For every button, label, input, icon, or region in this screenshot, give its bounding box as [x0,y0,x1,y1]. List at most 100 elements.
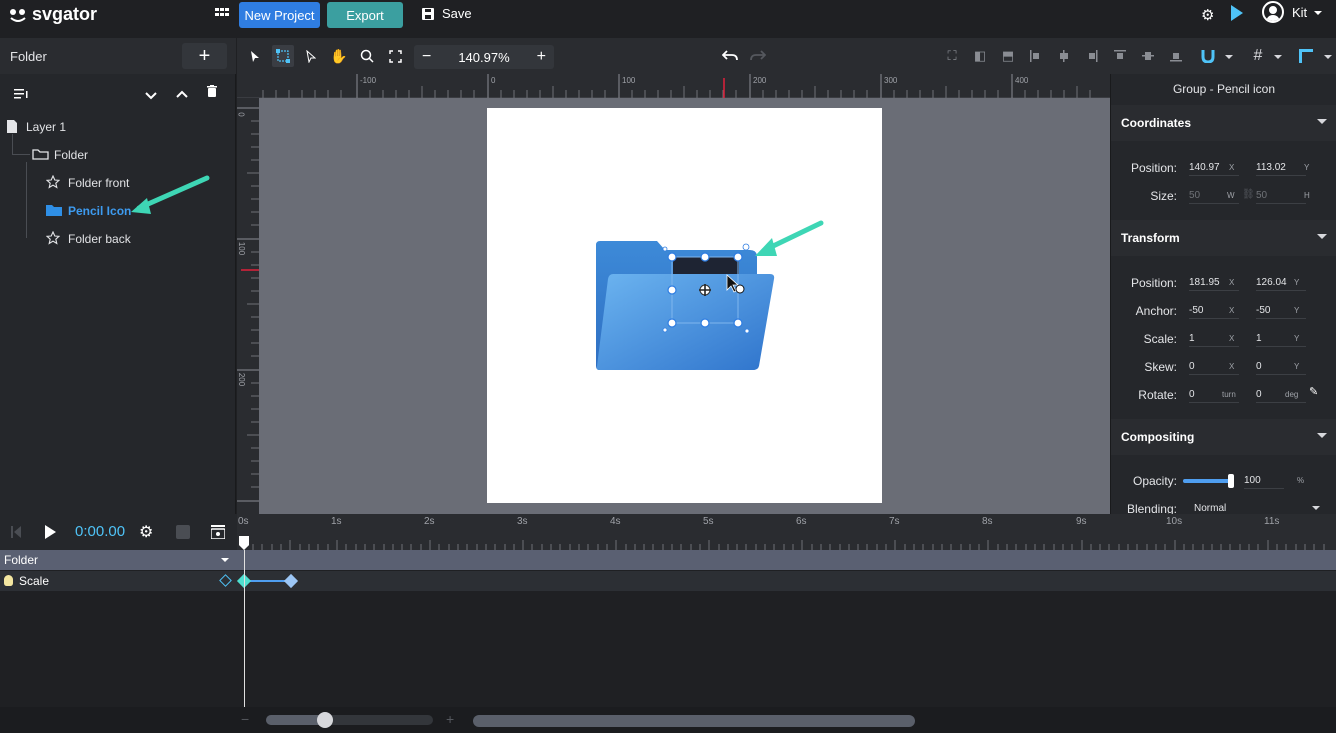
timeline-panel: 0:00.00 ⚙ 0s 1s 2s 3s 4s 5s 6s 7s 8s 9s … [0,514,1336,733]
timeline-zoom-in-button[interactable]: + [446,711,454,727]
timeline-zoom-slider-thumb[interactable] [317,712,333,728]
hand-tool-icon[interactable]: ✋ [328,45,350,67]
user-avatar[interactable] [1262,1,1284,23]
unit-label: Y [1294,334,1300,343]
track-label: Folder [4,553,39,567]
timeline-ruler[interactable]: 0s 1s 2s 3s 4s 5s 6s 7s 8s 9s 10s 11s [237,514,1336,550]
time-tick-label: 0s [238,516,249,527]
timeline-horizontal-scrollbar[interactable] [473,715,915,727]
add-layer-button[interactable]: + [182,43,227,69]
align-to-selection-icon[interactable]: ⛶ [941,45,963,67]
add-keyframe-icon[interactable] [219,574,232,587]
loop-toggle-icon[interactable] [176,525,190,539]
align-left-icon[interactable] [1025,45,1047,67]
current-time[interactable]: 0:00.00 [75,523,125,540]
flip-horizontal-icon[interactable]: ◧ [969,45,991,67]
layer-item-label: Layer 1 [26,120,67,134]
compositing-section-header[interactable]: Compositing [1111,419,1336,455]
settings-gear-icon[interactable]: ⚙ [1201,6,1214,24]
grid-dropdown-chevron-icon[interactable] [1274,55,1282,59]
timeline-collapse-icon[interactable] [210,525,226,542]
ruler-label: 200 [237,372,247,387]
save-button[interactable]: Save [422,6,472,21]
zoom-level[interactable]: 140.97% [458,50,509,65]
transform-section-header[interactable]: Transform [1111,220,1336,256]
user-name[interactable]: Kit [1292,5,1307,20]
sort-layers-icon[interactable] [14,88,28,102]
unit-label: turn [1222,390,1236,399]
zoom-tool-icon[interactable] [356,45,378,67]
opacity-input[interactable]: 100 [1244,475,1284,489]
coordinates-section-header[interactable]: Coordinates [1111,105,1336,141]
ruler-label: -100 [360,76,377,85]
bulb-icon[interactable] [4,575,13,586]
rulers-icon[interactable] [1295,45,1317,67]
chevron-down-icon[interactable] [145,87,157,103]
timeline-settings-gear-icon[interactable]: ⚙ [139,522,153,542]
properties-panel: Group - Pencil icon Coordinates Position… [1110,74,1336,517]
auto-rotate-icon[interactable]: ✎ [1309,385,1318,398]
flip-vertical-icon[interactable]: ⬒ [997,45,1019,67]
rotate-deg-input[interactable]: 0 [1256,389,1306,403]
link-proportions-icon[interactable]: ⛓ [1242,189,1255,200]
transform-tool-icon[interactable] [272,45,294,67]
canvas-area[interactable] [259,98,1110,514]
layer-item-folder-back[interactable]: Folder back [0,224,236,252]
vertical-ruler: 0 100 200 [237,98,259,514]
align-top-icon[interactable] [1109,45,1131,67]
select-tool-icon[interactable] [244,45,266,67]
opacity-slider-thumb[interactable] [1228,474,1234,488]
track-dropdown-chevron-icon[interactable] [221,558,229,562]
rulers-dropdown-chevron-icon[interactable] [1324,55,1332,59]
play-preview-icon[interactable] [1231,5,1243,21]
position-label: Position: [1130,276,1177,290]
collapse-chevron-icon[interactable] [1317,119,1327,124]
align-bottom-icon[interactable] [1165,45,1187,67]
blending-chevron-icon[interactable] [1312,506,1320,510]
collapse-chevron-icon[interactable] [1317,234,1327,239]
artboard[interactable] [487,108,882,503]
snapping-dropdown-chevron-icon[interactable] [1225,55,1233,59]
apps-grid-icon[interactable] [215,8,229,20]
timeline-zoom-slider[interactable] [266,712,433,728]
unit-label: X [1229,306,1235,315]
layer-item-layer1[interactable]: Layer 1 [0,112,236,140]
align-right-icon[interactable] [1081,45,1103,67]
folder-artwork[interactable] [487,108,882,503]
track-scale[interactable]: Scale [0,571,1336,591]
redo-icon[interactable] [747,45,769,67]
user-menu-chevron-icon[interactable] [1314,11,1322,15]
grid-icon[interactable]: # [1247,45,1269,67]
layer-item-label: Folder front [68,176,130,190]
track-folder[interactable]: Folder [0,550,1336,570]
keyframe-end[interactable] [283,573,299,589]
size-height-input[interactable]: 50 [1256,190,1306,204]
node-tool-icon[interactable] [300,45,322,67]
app-logo[interactable]: svgator [8,4,97,25]
zoom-in-button[interactable]: + [537,48,546,66]
coord-position-y-input[interactable]: 113.02 [1256,162,1306,176]
collapse-chevron-icon[interactable] [1317,433,1327,438]
play-icon[interactable] [45,525,56,539]
export-button[interactable]: Export [327,2,403,28]
position-label: Position: [1130,161,1177,175]
timeline-zoom-out-button[interactable]: − [241,711,249,727]
align-center-horizontal-icon[interactable] [1053,45,1075,67]
unit-label: X [1229,163,1235,172]
trash-icon[interactable] [207,85,217,100]
opacity-slider[interactable] [1183,474,1234,488]
logo-text: svgator [32,4,98,24]
time-tick-label: 3s [517,516,528,527]
layer-item-folder[interactable]: Folder [0,140,236,168]
align-middle-vertical-icon[interactable] [1137,45,1159,67]
unit-label: X [1229,334,1235,343]
snapping-magnet-icon[interactable] [1197,45,1219,67]
undo-icon[interactable] [719,45,741,67]
zoom-out-button[interactable]: − [422,48,431,66]
fit-screen-icon[interactable] [384,45,406,67]
new-project-button[interactable]: New Project [239,2,320,28]
timeline-footer: − + [0,707,1336,733]
skip-to-start-icon[interactable] [11,526,21,541]
save-icon [422,7,434,20]
chevron-up-icon[interactable] [176,87,188,101]
